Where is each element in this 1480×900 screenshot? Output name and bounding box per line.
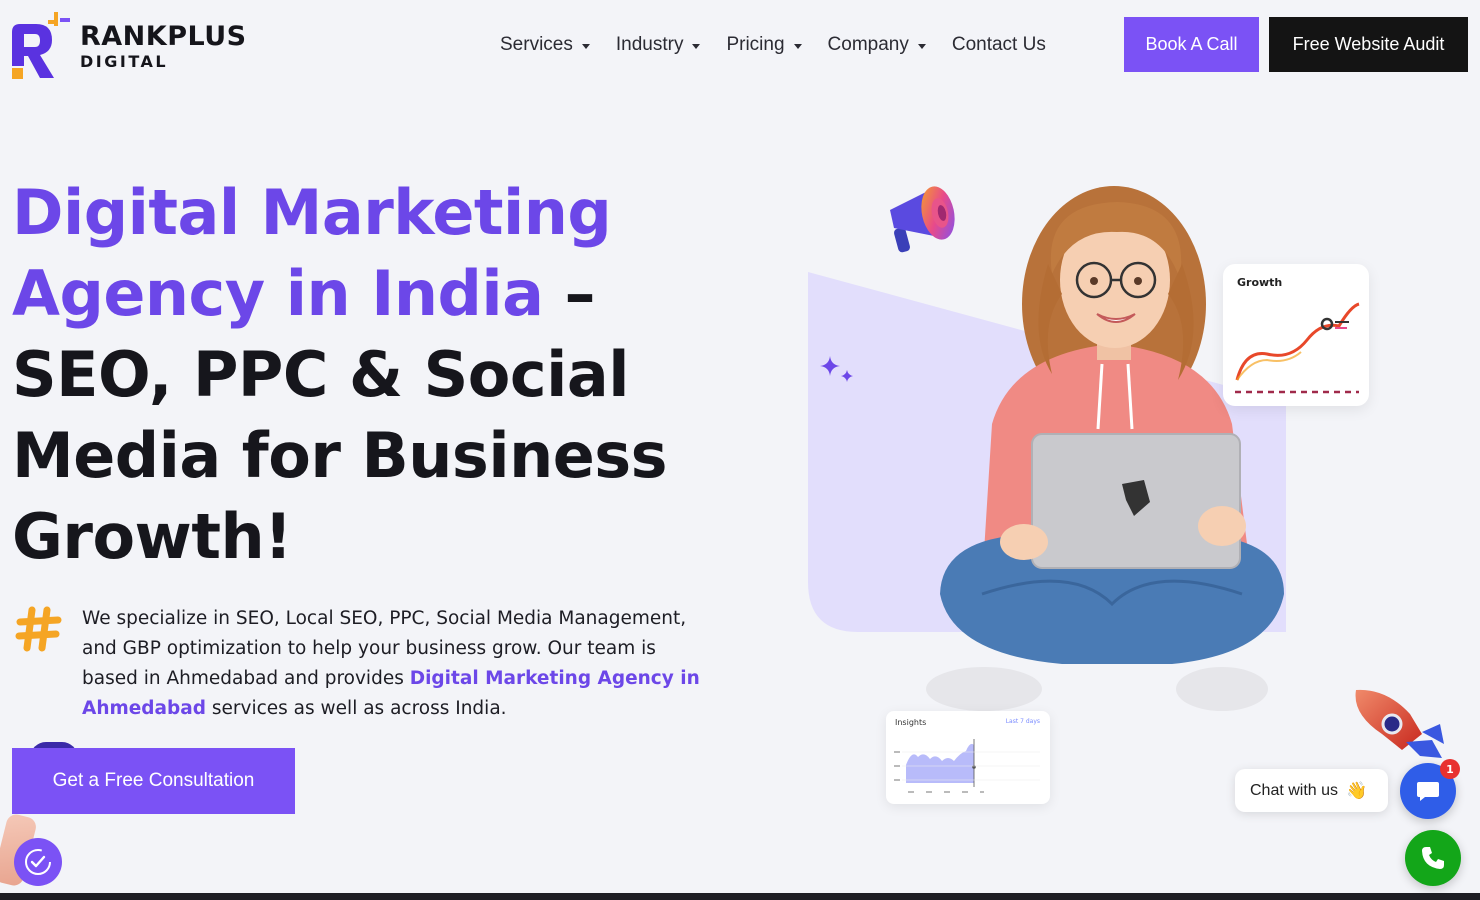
page: RANKPLUS DIGITAL Services Industry Prici… [0, 0, 1480, 900]
hero-description: We specialize in SEO, Local SEO, PPC, So… [82, 604, 712, 724]
chat-with-us-button[interactable]: Chat with us 👋 [1235, 769, 1388, 812]
chat-notification-badge: 1 [1440, 759, 1460, 779]
nav-item-pricing[interactable]: Pricing [726, 34, 802, 56]
accessibility-button[interactable] [14, 838, 62, 886]
insights-title: Insights [895, 718, 927, 727]
free-consultation-button[interactable]: Get a Free Consultation [12, 748, 295, 814]
hero-heading: Digital Marketing Agency in India – SEO,… [12, 172, 732, 577]
free-audit-button[interactable]: Free Website Audit [1269, 17, 1468, 72]
logo-text: RANKPLUS DIGITAL [80, 20, 247, 71]
nav-item-label: Contact Us [951, 34, 1046, 55]
nav-item-services[interactable]: Services [500, 34, 590, 56]
growth-line-chart [1235, 302, 1360, 394]
nav-item-label: Industry [615, 34, 684, 55]
growth-card: Growth [1223, 264, 1369, 406]
hero-heading-rest: SEO, PPC & Social Media for Business Gro… [12, 338, 668, 573]
insights-range: Last 7 days [1005, 718, 1040, 725]
bottom-bar [0, 893, 1480, 900]
brand-name: RANKPLUS [80, 21, 247, 52]
nav-item-industry[interactable]: Industry [616, 34, 701, 56]
insights-area-chart [894, 739, 1040, 793]
hero-desc-text-end: services as well as across India. [206, 698, 507, 719]
nav-item-label: Company [827, 34, 909, 55]
caret-down-icon [917, 43, 926, 49]
hero-heading-dash: – [543, 257, 596, 330]
growth-label: Growth [1237, 276, 1283, 289]
hero-heading-accent: Digital Marketing Agency in India [12, 176, 612, 330]
hashtag-icon [15, 606, 62, 652]
main-nav: Services Industry Pricing Company Contac… [500, 30, 1072, 60]
waving-hand-icon: 👋 [1346, 780, 1368, 800]
chat-label: Chat with us [1250, 781, 1339, 799]
sparkle-icon [820, 356, 853, 382]
logo-mark-icon [12, 12, 70, 79]
nav-item-company[interactable]: Company [828, 34, 926, 56]
caret-down-icon [793, 43, 802, 49]
accessibility-icon [25, 849, 51, 875]
book-call-button[interactable]: Book A Call [1124, 17, 1259, 72]
nav-item-label: Services [500, 34, 573, 55]
caret-down-icon [692, 43, 701, 49]
chat-bubble-icon [1417, 782, 1439, 801]
call-button[interactable] [1405, 830, 1461, 886]
nav-item-contact[interactable]: Contact Us [952, 34, 1046, 56]
caret-down-icon [581, 43, 590, 49]
brand-sub: DIGITAL [80, 52, 169, 71]
insights-card: Insights Last 7 days [886, 711, 1050, 804]
site-logo[interactable]: RANKPLUS DIGITAL [10, 10, 270, 82]
nav-item-label: Pricing [726, 34, 785, 55]
phone-icon [1422, 847, 1444, 869]
